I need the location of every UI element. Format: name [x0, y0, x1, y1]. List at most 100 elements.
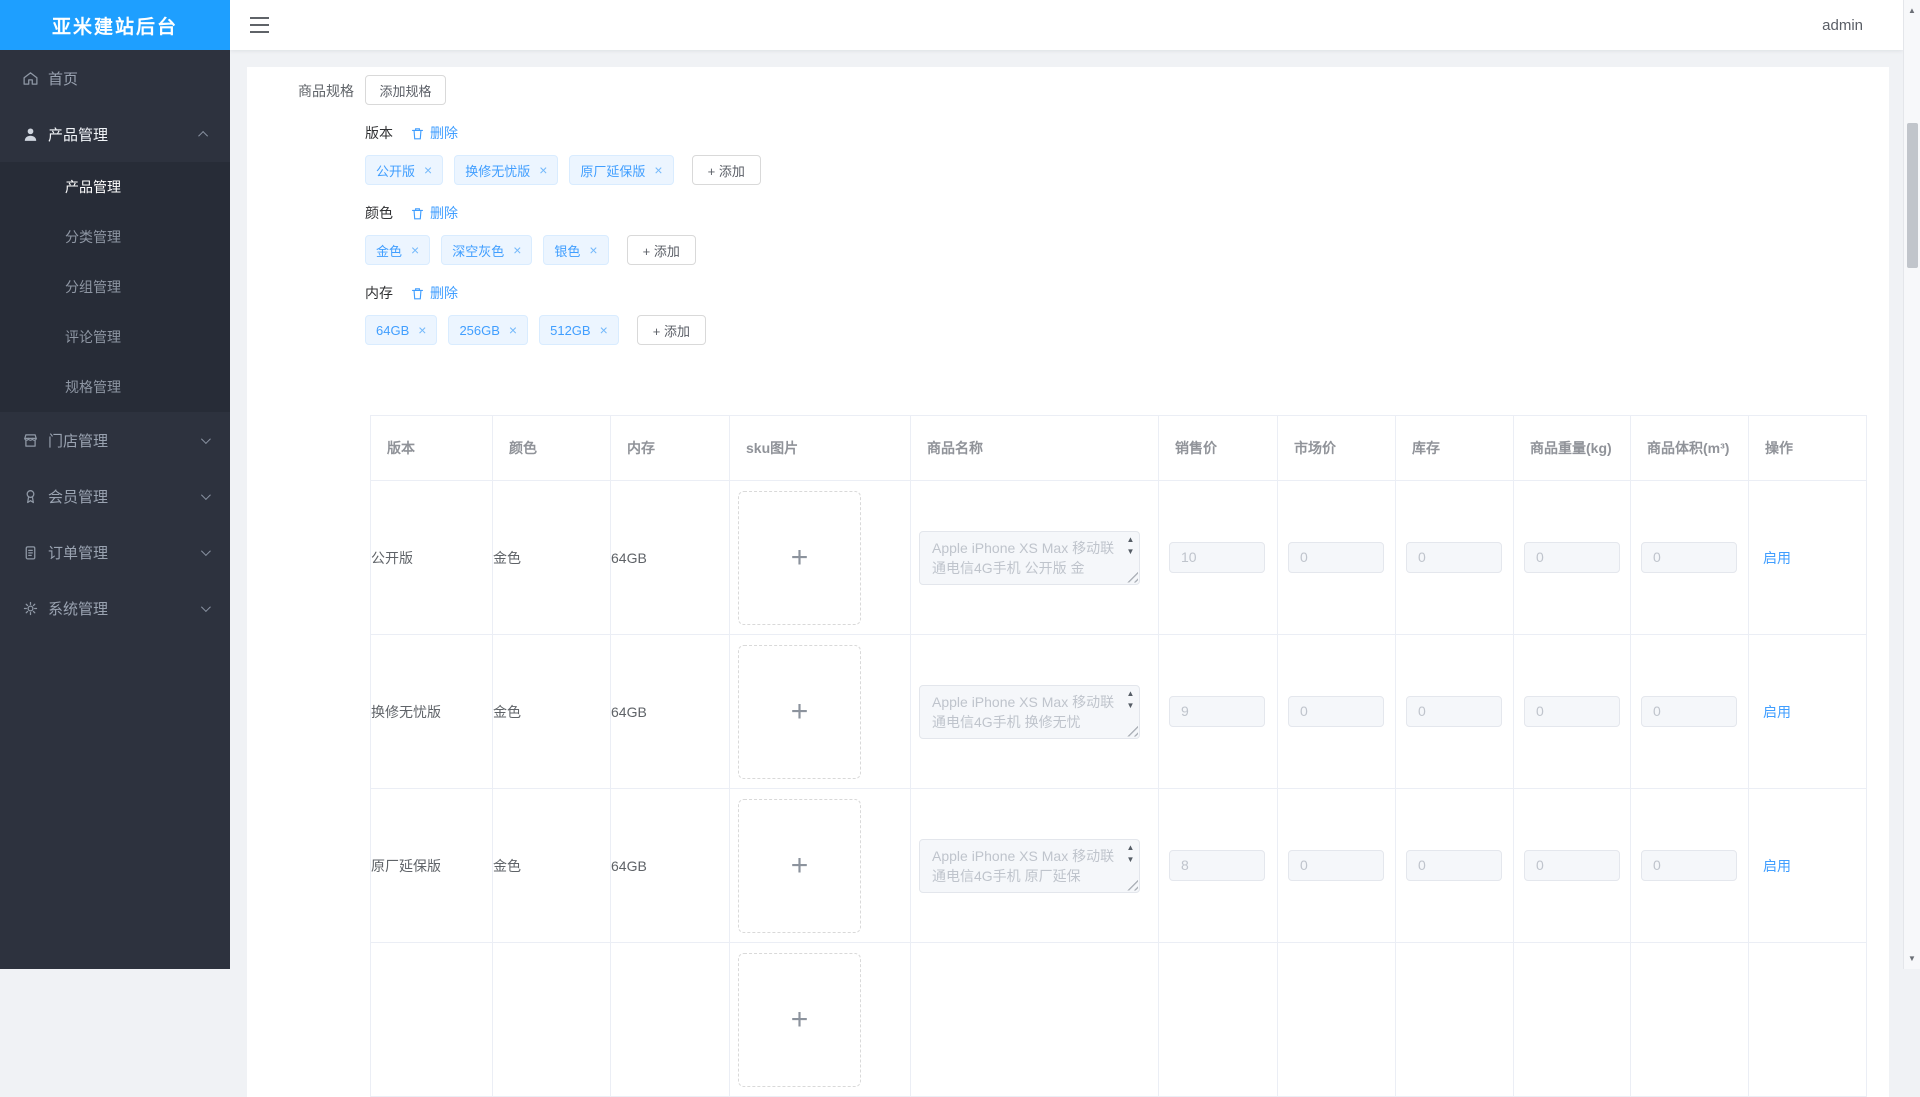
add-tag-button[interactable]: + 添加 — [691, 155, 761, 185]
scrollbar-thumb[interactable] — [1907, 123, 1918, 268]
sale-price-input[interactable]: 9 — [1169, 696, 1265, 727]
scrollbar-up-icon[interactable]: ▲ — [1904, 2, 1920, 19]
close-icon[interactable]: × — [513, 243, 521, 257]
sku-image-upload[interactable]: + — [738, 952, 861, 1087]
stock-input[interactable]: 0 — [1406, 542, 1502, 573]
close-icon[interactable]: × — [418, 323, 426, 337]
close-icon[interactable]: × — [589, 243, 597, 257]
sidebar-item-system-management[interactable]: 系统管理 — [0, 580, 230, 636]
scroll-down-icon[interactable]: ▼ — [1127, 855, 1135, 865]
cell-color: 金色 — [492, 480, 611, 635]
spec-group-name: 颜色 — [365, 205, 393, 221]
product-name-textarea[interactable]: Apple iPhone XS Max 移动联通电信4G手机 换修无忧 ▲ ▼ — [919, 684, 1140, 739]
delete-group-link[interactable]: 删除 — [430, 203, 458, 223]
sidebar-subitem-product[interactable]: 产品管理 — [0, 162, 230, 212]
plus-icon: + — [790, 694, 809, 728]
close-icon[interactable]: × — [654, 163, 662, 177]
sidebar-subitem-category[interactable]: 分类管理 — [0, 212, 230, 262]
sidebar-item-store-management[interactable]: 门店管理 — [0, 412, 230, 468]
weight-input[interactable]: 0 — [1524, 850, 1620, 881]
sale-price-input[interactable]: 8 — [1169, 850, 1265, 881]
chevron-up-icon — [198, 130, 209, 141]
close-icon[interactable]: × — [411, 243, 419, 257]
sidebar-item-order-management[interactable]: 订单管理 — [0, 524, 230, 580]
col-header-product-name: 商品名称 — [910, 415, 1159, 481]
delete-group-link[interactable]: 删除 — [430, 283, 458, 303]
spec-tag: 深空灰色 × — [441, 235, 533, 265]
trash-icon[interactable] — [410, 126, 425, 141]
sku-image-upload[interactable]: + — [738, 798, 861, 933]
table-row: 换修无忧版 金色 64GB + Apple iPhone XS Max 移动联通… — [370, 634, 1867, 789]
volume-input[interactable]: 0 — [1641, 696, 1737, 727]
sidebar-item-member-management[interactable]: 会员管理 — [0, 468, 230, 524]
volume-input[interactable]: 0 — [1641, 542, 1737, 573]
market-price-input[interactable]: 0 — [1288, 696, 1384, 727]
cell-memory: 64GB — [610, 634, 730, 789]
cell-version — [370, 942, 493, 1097]
scroll-up-icon[interactable]: ▲ — [1127, 535, 1135, 545]
cell-color — [492, 942, 611, 1097]
close-icon[interactable]: × — [424, 163, 432, 177]
product-name-textarea[interactable]: Apple iPhone XS Max 移动联通电信4G手机 公开版 金 ▲ ▼ — [919, 530, 1140, 585]
cell-market-price — [1277, 942, 1396, 1097]
sidebar-item-home[interactable]: 首页 — [0, 50, 230, 106]
spec-tag: 512GB × — [539, 315, 619, 345]
add-tag-button[interactable]: + 添加 — [626, 235, 696, 265]
tag-label: 金色 — [376, 243, 403, 259]
enable-link[interactable]: 启用 — [1763, 704, 1791, 720]
scroll-up-icon[interactable]: ▲ — [1127, 843, 1135, 853]
user-menu[interactable]: admin — [1822, 0, 1863, 50]
gear-icon — [22, 600, 39, 617]
scroll-down-icon[interactable]: ▼ — [1127, 701, 1135, 711]
weight-input[interactable]: 0 — [1524, 542, 1620, 573]
scrollbar-down-icon[interactable]: ▼ — [1904, 950, 1920, 967]
trash-icon[interactable] — [410, 206, 425, 221]
cell-color: 金色 — [492, 788, 611, 943]
home-icon — [22, 70, 39, 87]
close-icon[interactable]: × — [600, 323, 608, 337]
spec-group-version-header: 版本 删除 — [365, 123, 458, 143]
col-header-volume: 商品体积(m³) — [1630, 415, 1749, 481]
sidebar-subitem-group[interactable]: 分组管理 — [0, 262, 230, 312]
sku-image-upload[interactable]: + — [738, 644, 861, 779]
plus-icon: + — [790, 540, 809, 574]
enable-link[interactable]: 启用 — [1763, 858, 1791, 874]
volume-input[interactable]: 0 — [1641, 850, 1737, 881]
col-header-memory: 内存 — [610, 415, 730, 481]
sku-image-upload[interactable]: + — [738, 490, 861, 625]
sidebar-subitem-spec[interactable]: 规格管理 — [0, 362, 230, 412]
tag-label: 512GB — [550, 322, 591, 338]
stock-input[interactable]: 0 — [1406, 850, 1502, 881]
page-scrollbar[interactable]: ▲ ▼ — [1903, 0, 1920, 969]
sidebar-subitem-comment[interactable]: 评论管理 — [0, 312, 230, 362]
product-name-text: Apple iPhone XS Max 移动联通电信4G手机 原厂延保 — [932, 847, 1115, 884]
add-tag-button[interactable]: + 添加 — [636, 315, 706, 345]
sidebar-item-product-management[interactable]: 产品管理 — [0, 106, 230, 162]
hamburger-menu-icon[interactable] — [250, 17, 269, 33]
sidebar-item-label: 产品管理 — [48, 126, 109, 144]
scroll-down-icon[interactable]: ▼ — [1127, 547, 1135, 557]
cell-sale-price — [1158, 942, 1278, 1097]
weight-input[interactable]: 0 — [1524, 696, 1620, 727]
plus-icon: + — [790, 848, 809, 882]
cell-memory: 64GB — [610, 480, 730, 635]
market-price-input[interactable]: 0 — [1288, 542, 1384, 573]
product-name-textarea[interactable]: Apple iPhone XS Max 移动联通电信4G手机 原厂延保 ▲ ▼ — [919, 838, 1140, 893]
market-price-input[interactable]: 0 — [1288, 850, 1384, 881]
trash-icon[interactable] — [410, 286, 425, 301]
enable-link[interactable]: 启用 — [1763, 550, 1791, 566]
close-icon[interactable]: × — [539, 163, 547, 177]
delete-group-link[interactable]: 删除 — [430, 123, 458, 143]
col-header-weight: 商品重量(kg) — [1513, 415, 1631, 481]
sale-price-input[interactable]: 10 — [1169, 542, 1265, 573]
close-icon[interactable]: × — [509, 323, 517, 337]
stock-input[interactable]: 0 — [1406, 696, 1502, 727]
tag-label: 原厂延保版 — [580, 163, 646, 179]
col-header-version: 版本 — [370, 415, 493, 481]
spec-group-memory-tags: 64GB × 256GB × 512GB × + 添加 — [365, 315, 706, 345]
chevron-down-icon — [200, 433, 211, 444]
add-spec-button[interactable]: 添加规格 — [365, 75, 446, 105]
cell-volume — [1630, 942, 1749, 1097]
cell-product-name — [910, 942, 1159, 1097]
scroll-up-icon[interactable]: ▲ — [1127, 689, 1135, 699]
